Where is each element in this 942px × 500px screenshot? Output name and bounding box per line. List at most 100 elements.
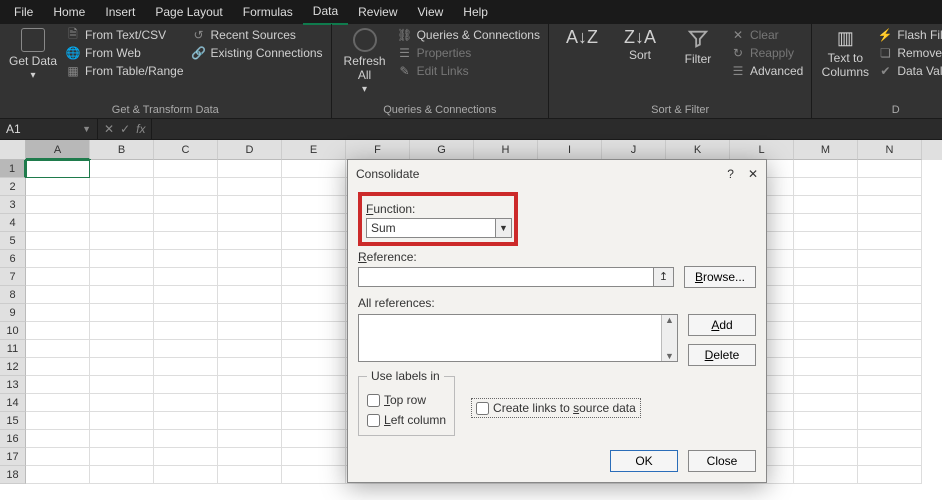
cell[interactable] xyxy=(218,430,282,448)
cell[interactable] xyxy=(794,340,858,358)
cell[interactable] xyxy=(794,466,858,484)
cell[interactable] xyxy=(282,466,346,484)
row-header[interactable]: 8 xyxy=(0,286,26,304)
cell[interactable] xyxy=(218,160,282,178)
cell[interactable] xyxy=(794,286,858,304)
cell[interactable] xyxy=(794,430,858,448)
menu-insert[interactable]: Insert xyxy=(95,0,145,24)
fx-icon[interactable]: fx xyxy=(136,122,145,136)
cell[interactable] xyxy=(282,160,346,178)
left-column-checkbox[interactable]: Left column xyxy=(367,413,446,427)
menu-help[interactable]: Help xyxy=(453,0,498,24)
cell[interactable] xyxy=(794,376,858,394)
row-header[interactable]: 16 xyxy=(0,430,26,448)
cell[interactable] xyxy=(154,412,218,430)
cell[interactable] xyxy=(154,286,218,304)
cell[interactable] xyxy=(794,178,858,196)
cell[interactable] xyxy=(858,340,922,358)
row-header[interactable]: 13 xyxy=(0,376,26,394)
menu-page-layout[interactable]: Page Layout xyxy=(145,0,232,24)
cell[interactable] xyxy=(218,322,282,340)
flash-fill-button[interactable]: ⚡Flash Fill xyxy=(878,28,942,42)
cell[interactable] xyxy=(218,286,282,304)
cell[interactable] xyxy=(26,466,90,484)
cell[interactable] xyxy=(218,250,282,268)
cell[interactable] xyxy=(26,214,90,232)
cell[interactable] xyxy=(218,394,282,412)
cell[interactable] xyxy=(154,214,218,232)
cell[interactable] xyxy=(282,340,346,358)
cell[interactable] xyxy=(858,214,922,232)
remove-duplicates-button[interactable]: ❏Remove Dup xyxy=(878,46,942,60)
cell[interactable] xyxy=(154,358,218,376)
row-header[interactable]: 17 xyxy=(0,448,26,466)
menu-view[interactable]: View xyxy=(408,0,454,24)
cell[interactable] xyxy=(154,466,218,484)
column-header[interactable]: F xyxy=(346,140,410,160)
column-header[interactable]: A xyxy=(26,140,90,160)
close-icon[interactable]: ✕ xyxy=(748,167,758,181)
cell[interactable] xyxy=(858,178,922,196)
cell[interactable] xyxy=(90,340,154,358)
row-header[interactable]: 5 xyxy=(0,232,26,250)
cell[interactable] xyxy=(154,394,218,412)
cell[interactable] xyxy=(154,160,218,178)
cell[interactable] xyxy=(90,358,154,376)
select-all-corner[interactable] xyxy=(0,140,26,160)
row-header[interactable]: 7 xyxy=(0,268,26,286)
cell[interactable] xyxy=(90,304,154,322)
column-header[interactable]: J xyxy=(602,140,666,160)
refresh-all-button[interactable]: Refresh All ▾ xyxy=(340,28,390,95)
cell[interactable] xyxy=(26,268,90,286)
cell[interactable] xyxy=(154,196,218,214)
cell[interactable] xyxy=(218,448,282,466)
cell[interactable] xyxy=(282,394,346,412)
cell[interactable] xyxy=(154,322,218,340)
cell[interactable] xyxy=(26,394,90,412)
cell[interactable] xyxy=(858,232,922,250)
function-combo[interactable]: Sum ▼ xyxy=(366,218,512,238)
create-links-checkbox[interactable]: Create links to source data xyxy=(476,401,636,415)
cell[interactable] xyxy=(858,250,922,268)
cell[interactable] xyxy=(282,358,346,376)
cell[interactable] xyxy=(858,430,922,448)
cell[interactable] xyxy=(794,196,858,214)
queries-connections-button[interactable]: ⛓Queries & Connections xyxy=(398,28,540,42)
cell[interactable] xyxy=(26,304,90,322)
cell[interactable] xyxy=(218,412,282,430)
cell[interactable] xyxy=(858,466,922,484)
cell[interactable] xyxy=(218,376,282,394)
menu-review[interactable]: Review xyxy=(348,0,407,24)
row-header[interactable]: 10 xyxy=(0,322,26,340)
column-header[interactable]: D xyxy=(218,140,282,160)
cell[interactable] xyxy=(794,160,858,178)
cell[interactable] xyxy=(858,286,922,304)
sort-asc-button[interactable]: A↓Z xyxy=(557,28,607,46)
column-header[interactable]: G xyxy=(410,140,474,160)
cell[interactable] xyxy=(794,322,858,340)
row-header[interactable]: 14 xyxy=(0,394,26,412)
edit-links-button[interactable]: ✎Edit Links xyxy=(398,64,540,78)
cell[interactable] xyxy=(90,322,154,340)
cell[interactable] xyxy=(154,448,218,466)
cell[interactable] xyxy=(858,394,922,412)
close-button[interactable]: Close xyxy=(688,450,756,472)
range-picker-icon[interactable]: ↥ xyxy=(653,268,673,286)
cell[interactable] xyxy=(218,358,282,376)
cell[interactable] xyxy=(858,304,922,322)
cell[interactable] xyxy=(282,268,346,286)
column-header[interactable]: B xyxy=(90,140,154,160)
sort-button[interactable]: Z↓A Sort xyxy=(615,28,665,62)
cell[interactable] xyxy=(282,304,346,322)
row-header[interactable]: 4 xyxy=(0,214,26,232)
cell[interactable] xyxy=(282,232,346,250)
existing-connections-button[interactable]: 🔗Existing Connections xyxy=(192,46,323,60)
cell[interactable] xyxy=(90,250,154,268)
cell[interactable] xyxy=(858,448,922,466)
cell[interactable] xyxy=(794,250,858,268)
cell[interactable] xyxy=(26,430,90,448)
advanced-button[interactable]: ☰Advanced xyxy=(731,64,803,78)
cell[interactable] xyxy=(90,412,154,430)
reference-input[interactable] xyxy=(359,268,653,286)
cell[interactable] xyxy=(90,268,154,286)
